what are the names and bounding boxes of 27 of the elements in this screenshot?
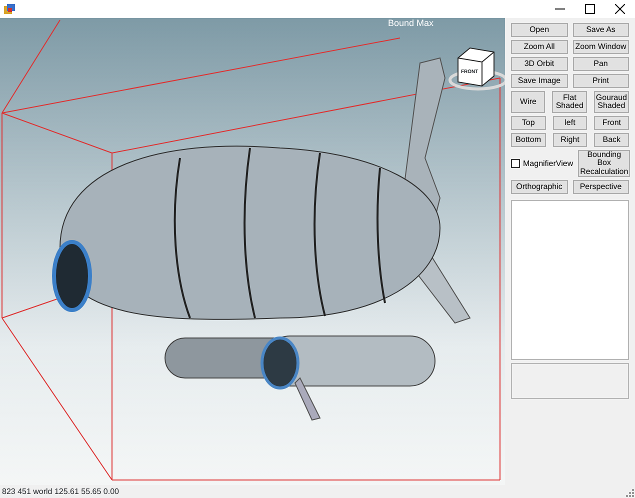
- toolbar-button[interactable]: Bottom: [511, 133, 546, 147]
- toolbar-button[interactable]: Front: [594, 116, 629, 130]
- toolbar-button[interactable]: Gouraud Shaded: [594, 91, 629, 113]
- toolbar-button[interactable]: Back: [594, 133, 629, 147]
- toolbar-button[interactable]: left: [552, 116, 588, 130]
- bound-label: Bound Max: [388, 18, 434, 29]
- toolbar-button[interactable]: Top: [511, 116, 546, 130]
- resize-grip-icon: [626, 489, 634, 497]
- toolbar-button[interactable]: Zoom All: [511, 40, 568, 54]
- toolbar-button[interactable]: Print: [572, 74, 629, 88]
- close-icon[interactable]: [615, 4, 625, 14]
- magnifier-checkbox[interactable]: MagnifierView: [511, 150, 574, 178]
- toolbar-button[interactable]: Open: [511, 23, 568, 37]
- toolbar-button[interactable]: 3D Orbit: [511, 57, 568, 71]
- toolbar-button[interactable]: Right: [552, 133, 588, 147]
- toolbar-button[interactable]: Save Image: [511, 74, 568, 88]
- toolbar-button[interactable]: Flat Shaded: [552, 91, 587, 113]
- toolbar-button[interactable]: Save As: [572, 23, 629, 37]
- toolbar-button[interactable]: Pan: [572, 57, 629, 71]
- maximize-icon[interactable]: [585, 4, 595, 14]
- app-icon: [4, 4, 15, 14]
- toolbar-button[interactable]: Wire: [511, 91, 546, 113]
- toolbar-button[interactable]: Bounding Box Recalculation: [578, 150, 630, 178]
- toolbar-button[interactable]: Zoom Window: [572, 40, 629, 54]
- toolbar-button[interactable]: Orthographic: [511, 180, 568, 194]
- toolbar-button[interactable]: Perspective: [572, 180, 629, 194]
- status-text: 823 451 world 125.61 55.65 0.00: [2, 486, 119, 498]
